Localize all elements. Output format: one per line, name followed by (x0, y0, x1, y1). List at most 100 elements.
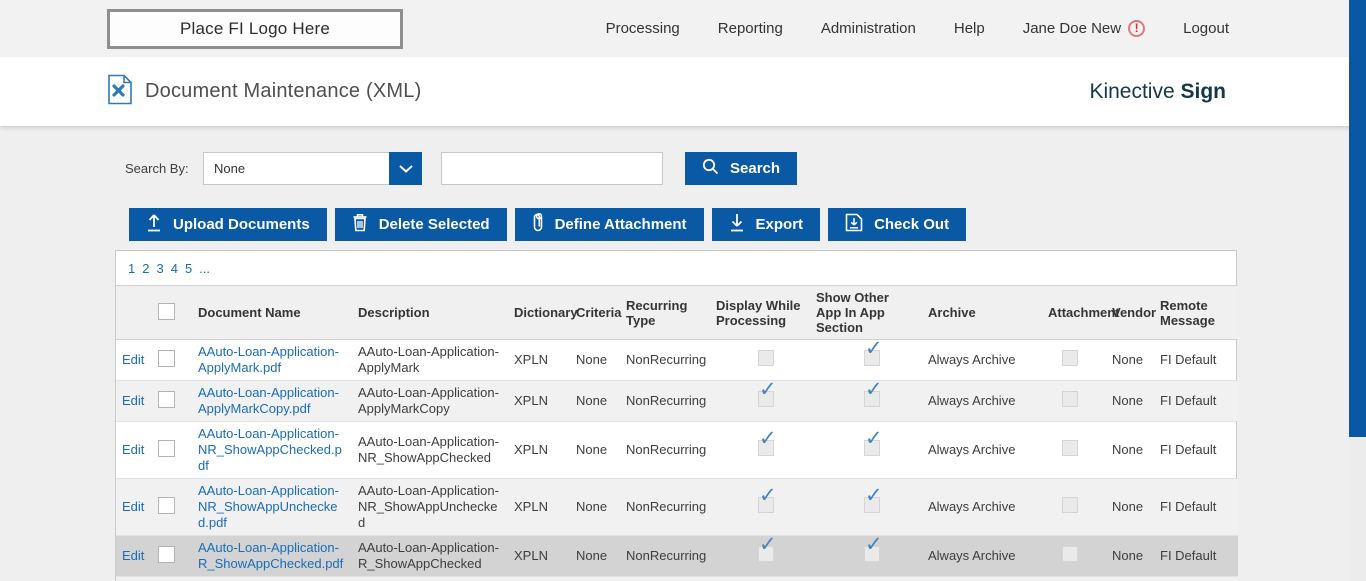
upload-documents-button[interactable]: Upload Documents (129, 208, 327, 241)
document-name-link[interactable]: AAuto-Loan-Application-NR_ShowAppChecked… (198, 426, 342, 473)
nav-user-menu[interactable]: Jane Doe New ! (1023, 20, 1145, 37)
remote-message-cell: FI Default (1154, 479, 1238, 536)
remote-message-cell: FI Default (1154, 422, 1238, 479)
search-input[interactable] (441, 152, 663, 185)
display-while-processing-checkbox (758, 440, 774, 456)
nav-processing[interactable]: Processing (606, 20, 680, 37)
document-name-link[interactable]: AAuto-Loan-Application-R_ShowAppChecked.… (198, 540, 343, 571)
col-recurring-type: Recurring Type (620, 286, 710, 340)
remote-message-cell: FI Default (1154, 577, 1238, 581)
upload-icon (146, 213, 162, 236)
criteria-cell: None (570, 422, 620, 479)
export-label: Export (756, 216, 804, 233)
dropdown-button[interactable] (389, 152, 422, 185)
page-link[interactable]: 2 (142, 261, 149, 276)
table-row: Edit AAuto-Loan-Application-NR_ShowAppUn… (116, 479, 1238, 536)
show-other-app-checkbox (864, 350, 880, 366)
check-out-button[interactable]: Check Out (828, 208, 966, 241)
page-link[interactable]: 3 (156, 261, 163, 276)
upload-documents-label: Upload Documents (173, 216, 310, 233)
attachment-checkbox (1062, 546, 1078, 562)
criteria-cell: None (570, 479, 620, 536)
description-cell: AAuto-Loan-Application-ApplyMark (352, 340, 508, 381)
table-header-row: Document Name Description Dictionary Cri… (116, 286, 1238, 340)
recurring-type-cell: NonRecurring (620, 536, 710, 577)
edit-link[interactable]: Edit (122, 499, 144, 514)
criteria-cell: None (570, 577, 620, 581)
nav-logout[interactable]: Logout (1183, 20, 1229, 37)
col-remote-message: Remote Message (1154, 286, 1238, 340)
show-other-app-checkbox (864, 546, 880, 562)
description-cell: AAuto-Loan-Application-R_ShowAppChecked (352, 536, 508, 577)
row-select-checkbox[interactable] (158, 391, 175, 408)
row-select-checkbox[interactable] (158, 497, 175, 514)
table-row: Edit AAuto-Loan-Application-ApplyMarkCop… (116, 381, 1238, 422)
edit-link[interactable]: Edit (122, 393, 144, 408)
vendor-cell: None (1106, 536, 1154, 577)
document-name-link[interactable]: AAuto-Loan-Application-ApplyMarkCopy.pdf (198, 385, 339, 416)
show-other-app-checkbox (864, 497, 880, 513)
col-dictionary: Dictionary (508, 286, 570, 340)
check-out-icon (845, 213, 863, 236)
archive-cell: Always Archive (922, 577, 1042, 581)
display-while-processing-checkbox (758, 350, 774, 366)
archive-cell: Always Archive (922, 536, 1042, 577)
show-other-app-checkbox (864, 391, 880, 407)
page-title: Document Maintenance (XML) (145, 80, 421, 103)
col-criteria: Criteria (570, 286, 620, 340)
define-attachment-button[interactable]: Define Attachment (515, 208, 704, 241)
search-row: Search By: None Search (125, 152, 797, 185)
page-link[interactable]: 1 (128, 261, 135, 276)
edit-link[interactable]: Edit (122, 548, 144, 563)
search-button-label: Search (730, 160, 780, 177)
select-all-checkbox[interactable] (158, 303, 175, 320)
row-select-checkbox[interactable] (158, 440, 175, 457)
table-row: Edit AAuto-Loan-Application-R_ShowAppChe… (116, 536, 1238, 577)
pagination: 12345... (116, 251, 1236, 285)
dictionary-cell: XPLN (508, 536, 570, 577)
table-row: Edit AAuto-Loan-Application-R_ShowAppUnc… (116, 577, 1238, 581)
remote-message-cell: FI Default (1154, 536, 1238, 577)
page-link[interactable]: 5 (185, 261, 192, 276)
attachment-checkbox (1062, 440, 1078, 456)
archive-cell: Always Archive (922, 422, 1042, 479)
col-archive: Archive (922, 286, 1042, 340)
define-attachment-label: Define Attachment (555, 216, 687, 233)
chevron-down-icon (399, 165, 413, 173)
search-by-label: Search By: (125, 161, 203, 176)
edit-link[interactable]: Edit (122, 352, 144, 367)
col-show-other-app: Show Other App In App Section (810, 286, 922, 340)
nav-administration[interactable]: Administration (821, 20, 916, 37)
page-ellipsis: ... (199, 261, 210, 276)
top-bar: Place FI Logo Here Processing Reporting … (0, 0, 1366, 57)
criteria-cell: None (570, 381, 620, 422)
document-name-link[interactable]: AAuto-Loan-Application-ApplyMark.pdf (198, 344, 339, 375)
recurring-type-cell: NonRecurring (620, 577, 710, 581)
document-name-link[interactable]: AAuto-Loan-Application-NR_ShowAppUncheck… (198, 483, 339, 530)
attachment-checkbox (1062, 497, 1078, 513)
nav-help[interactable]: Help (954, 20, 985, 37)
display-while-processing-checkbox (758, 497, 774, 513)
page-link[interactable]: 4 (171, 261, 178, 276)
export-button[interactable]: Export (712, 208, 821, 241)
recurring-type-cell: NonRecurring (620, 381, 710, 422)
fi-logo-placeholder: Place FI Logo Here (107, 9, 403, 49)
archive-cell: Always Archive (922, 381, 1042, 422)
brand-regular: Kinective (1089, 80, 1174, 104)
search-by-dropdown[interactable]: None (203, 152, 422, 185)
toolbar: Upload Documents Delete Selected Define … (129, 208, 966, 241)
scrollbar-thumb[interactable] (1349, 0, 1366, 437)
search-button[interactable]: Search (685, 152, 797, 185)
search-icon (702, 158, 719, 179)
description-cell: AAuto-Loan-Application-R_ShowAppUnchecke… (352, 577, 508, 581)
remote-message-cell: FI Default (1154, 340, 1238, 381)
delete-selected-button[interactable]: Delete Selected (335, 208, 507, 241)
edit-link[interactable]: Edit (122, 442, 144, 457)
brand-bold: Sign (1181, 80, 1227, 104)
nav-reporting[interactable]: Reporting (718, 20, 783, 37)
row-select-checkbox[interactable] (158, 546, 175, 563)
row-select-checkbox[interactable] (158, 350, 175, 367)
display-while-processing-checkbox (758, 546, 774, 562)
col-vendor: Vendor (1106, 286, 1154, 340)
description-cell: AAuto-Loan-Application-NR_ShowAppChecked (352, 422, 508, 479)
